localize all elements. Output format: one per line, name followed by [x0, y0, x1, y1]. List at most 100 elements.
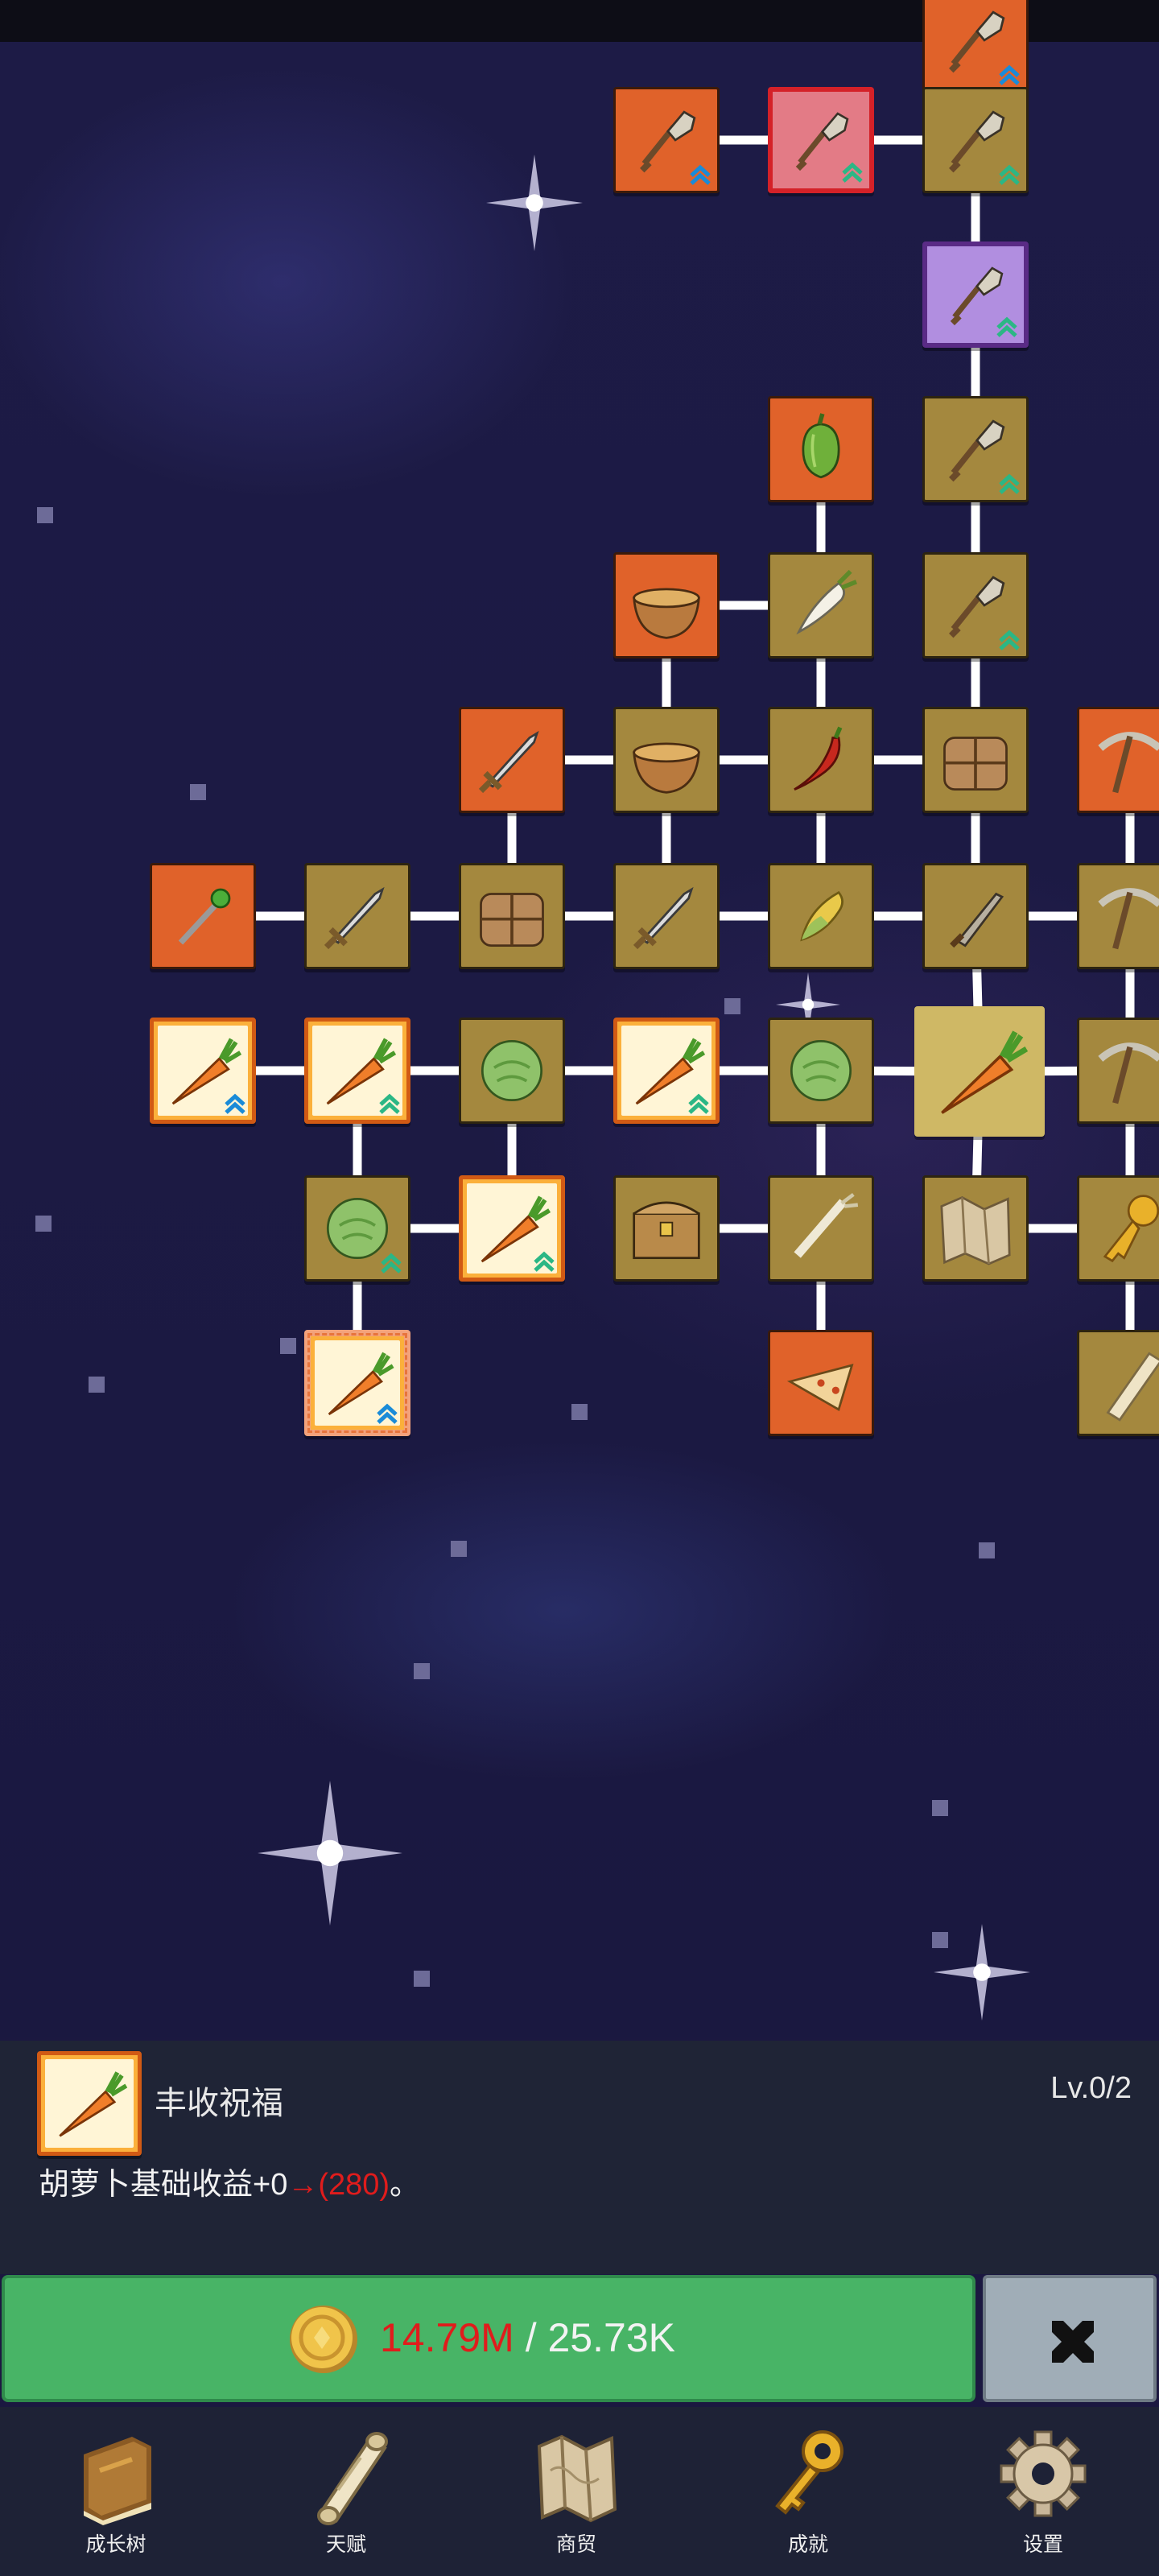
basket-icon [931, 716, 1020, 804]
skill-node-shovel[interactable] [768, 87, 874, 193]
skill-node-bowl[interactable] [613, 552, 720, 658]
scroll-icon [317, 2432, 388, 2525]
skill-desc-suffix: 。 [390, 2168, 421, 2202]
skill-node-scroll[interactable] [1077, 1330, 1159, 1436]
skill-node-pickaxe[interactable] [1077, 863, 1159, 969]
skill-node-chili[interactable] [768, 707, 874, 813]
skill-node-basket[interactable] [459, 863, 565, 969]
sword-icon [313, 872, 402, 960]
coin-icon [287, 2302, 361, 2376]
level-chevron-icon [377, 1092, 402, 1117]
skill-node-carrot[interactable] [613, 1018, 720, 1124]
level-chevron-icon [997, 163, 1021, 188]
skill-node-carrot[interactable] [304, 1018, 410, 1124]
cabbage-icon [777, 1026, 865, 1115]
sword-icon [622, 872, 711, 960]
level-chevron-icon [997, 63, 1021, 88]
pickaxe-icon [1086, 872, 1159, 960]
skill-node-shovel[interactable] [922, 242, 1029, 348]
nav-label-trade: 商贸 [555, 2533, 596, 2556]
skill-description: 胡萝卜基础收益+0→(280)。 [39, 2159, 420, 2203]
cost-required: 25.73K [547, 2315, 675, 2360]
bowl-icon [622, 716, 711, 804]
level-chevron-icon [997, 628, 1021, 653]
skill-node-sword[interactable] [613, 863, 720, 969]
skill-node-shovel[interactable] [922, 0, 1029, 93]
bowl-icon [622, 561, 711, 650]
skill-level: Lv.0/2 [1050, 2071, 1132, 2105]
skill-node-map[interactable] [922, 1175, 1029, 1282]
level-chevron-icon [997, 472, 1021, 497]
skill-node-sword[interactable] [459, 707, 565, 813]
skill-desc-arrow: → [287, 2168, 319, 2202]
skill-node-pickaxe[interactable] [1077, 707, 1159, 813]
knife-icon [931, 872, 1020, 960]
carrot-icon [923, 1015, 1036, 1128]
skill-node-knife[interactable] [922, 863, 1029, 969]
skill-node-sword[interactable] [304, 863, 410, 969]
skill-node-carrot[interactable] [304, 1330, 410, 1436]
nav-trade[interactable]: 商贸 [496, 2411, 657, 2572]
gear-icon [1000, 2430, 1087, 2517]
close-button[interactable] [983, 2275, 1157, 2402]
skill-node-pizza[interactable] [768, 1330, 874, 1436]
cost-current: 14.79M [380, 2315, 514, 2360]
skill-node-pepper[interactable] [768, 396, 874, 502]
map-icon [537, 2434, 617, 2523]
chest-icon [622, 1184, 711, 1273]
skill-node-shovel[interactable] [613, 87, 720, 193]
nav-growth-tree[interactable]: 成长树 [35, 2411, 196, 2572]
level-chevron-icon [379, 1251, 403, 1276]
carrot-icon [45, 2059, 134, 2148]
skill-node-basket[interactable] [922, 707, 1029, 813]
book-icon [84, 2437, 151, 2525]
skill-node-shovel[interactable] [922, 396, 1029, 502]
nav-achievement[interactable]: 成就 [728, 2411, 889, 2572]
leek-icon [777, 1184, 865, 1273]
skill-detail-panel [0, 2041, 1159, 2274]
skill-node-cabbage[interactable] [768, 1018, 874, 1124]
level-chevron-icon [687, 1092, 711, 1117]
skill-node-leek[interactable] [768, 1175, 874, 1282]
game-screen: 丰收祝福 Lv.0/2 胡萝卜基础收益+0→(280)。 14.79M / 25… [0, 0, 1159, 2576]
nav-talent[interactable]: 天赋 [266, 2411, 427, 2572]
radish-icon [777, 561, 865, 650]
staff-icon [159, 872, 247, 960]
pickaxe-icon [1086, 716, 1159, 804]
skill-node-shovel[interactable] [922, 552, 1029, 658]
level-chevron-icon [688, 163, 712, 188]
pickaxe-icon [1086, 1026, 1159, 1115]
skill-node-bowl[interactable] [613, 707, 720, 813]
scroll-icon [1086, 1339, 1159, 1427]
skill-node-pickaxe[interactable] [1077, 1018, 1159, 1124]
skill-node-carrot[interactable] [459, 1175, 565, 1282]
nav-settings[interactable]: 设置 [963, 2411, 1124, 2572]
skill-desc-next-value: (280) [318, 2168, 390, 2202]
nav-label-growth-tree: 成长树 [85, 2533, 146, 2556]
skill-desc-text: 胡萝卜基础收益+0 [39, 2168, 288, 2202]
key-icon [775, 2430, 843, 2515]
skill-node-shovel[interactable] [922, 87, 1029, 193]
skill-node-chest[interactable] [613, 1175, 720, 1282]
skill-node-radish[interactable] [768, 552, 874, 658]
cabbage-icon [468, 1026, 556, 1115]
skill-detail-icon [37, 2051, 142, 2156]
pepper-icon [777, 405, 865, 493]
skill-node-cabbage[interactable] [459, 1018, 565, 1124]
level-chevron-icon [995, 315, 1019, 340]
skill-node-key[interactable] [1077, 1175, 1159, 1282]
skill-node-carrot[interactable] [914, 1006, 1045, 1137]
level-chevron-icon [532, 1249, 556, 1274]
nav-label-achievement: 成就 [787, 2533, 828, 2556]
map-icon [931, 1184, 1020, 1273]
skill-node-corn[interactable] [768, 863, 874, 969]
skill-node-staff[interactable] [150, 863, 256, 969]
skill-node-cabbage[interactable] [304, 1175, 410, 1282]
level-chevron-icon [223, 1092, 247, 1117]
cost-separator: / [525, 2315, 537, 2360]
close-icon [1052, 2321, 1094, 2363]
level-chevron-icon [375, 1402, 399, 1426]
corn-icon [777, 872, 865, 960]
nav-label-talent: 天赋 [325, 2533, 366, 2556]
skill-node-carrot[interactable] [150, 1018, 256, 1124]
